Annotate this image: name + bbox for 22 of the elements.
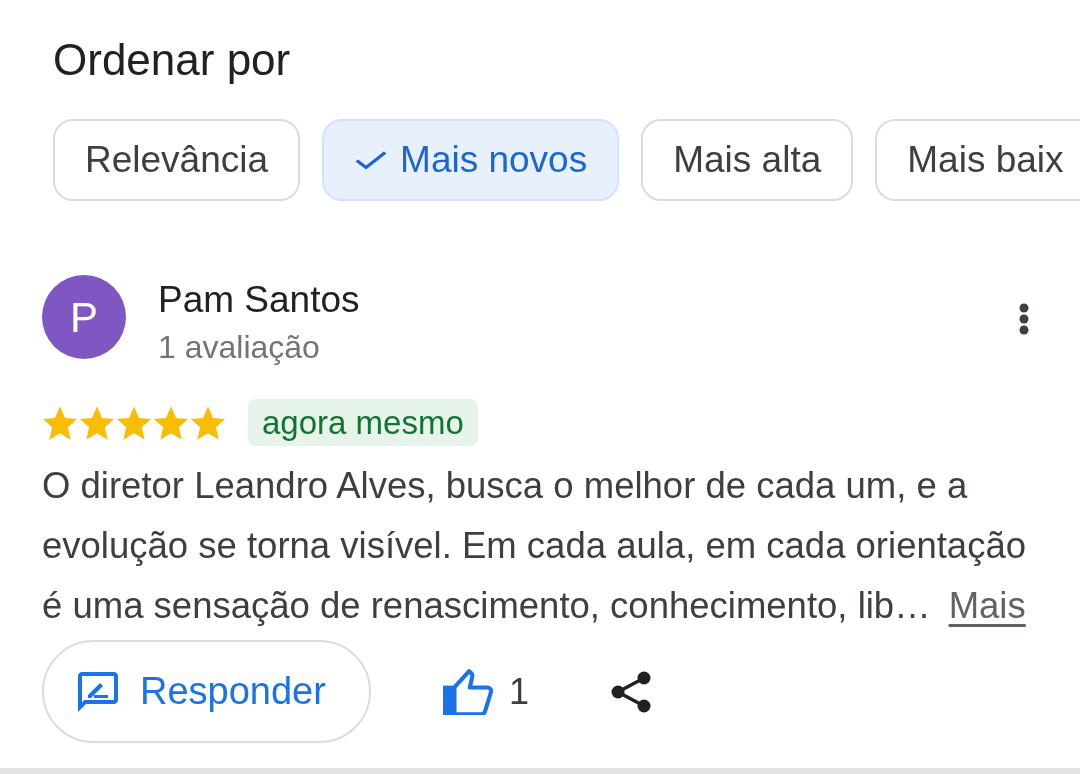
- more-link[interactable]: Mais: [948, 585, 1026, 626]
- star-icon: [190, 405, 226, 440]
- star-icon: [153, 405, 189, 440]
- star-icon: [116, 405, 152, 440]
- reviewer-name[interactable]: Pam Santos: [158, 279, 360, 321]
- reply-button[interactable]: Responder: [42, 640, 371, 743]
- avatar[interactable]: P: [42, 275, 126, 359]
- more-options-icon[interactable]: [1018, 303, 1030, 335]
- review-text: O diretor Leandro Alves, busca o melhor de cada um, e a evolução se torna visível. Em cada aula, em cada orientação é uma sensação de renascimento, conhecimento, lib… Mais: [42, 464, 1028, 628]
- section-title: Ordenar por: [53, 36, 291, 84]
- sort-chip[interactable]: Mais baix: [875, 119, 1080, 201]
- review-count: 1 avaliação: [158, 329, 320, 365]
- star-icon: [79, 405, 115, 440]
- thumbs-up-icon: [443, 668, 493, 715]
- sort-chip[interactable]: Mais novos: [322, 119, 620, 201]
- time-badge: agora mesmo: [248, 399, 478, 446]
- share-icon[interactable]: [611, 670, 652, 713]
- star-icon: [42, 405, 78, 440]
- reply-icon: [78, 671, 118, 712]
- sort-chip[interactable]: Relevância: [53, 119, 301, 201]
- sort-chip[interactable]: Mais alta: [641, 119, 854, 201]
- like-button[interactable]: 1: [443, 664, 530, 719]
